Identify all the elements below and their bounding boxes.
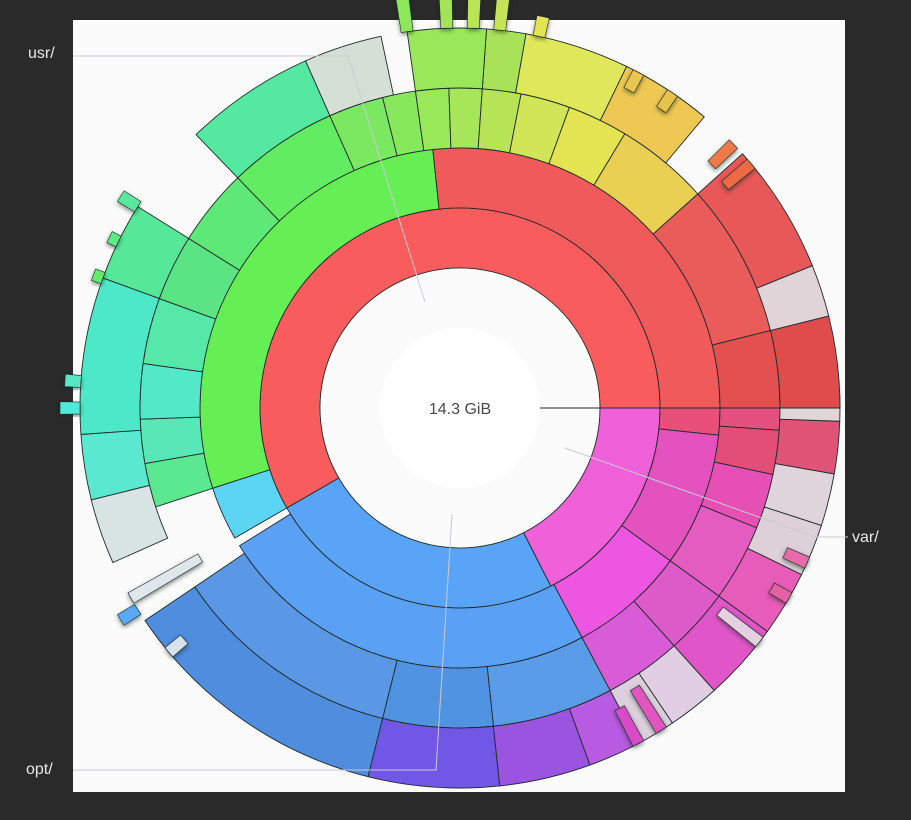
total-size-label: 14.3 GiB bbox=[429, 401, 491, 418]
disk-usage-sunburst: 14.3 GiB bbox=[59, 0, 848, 789]
leaf-18[interactable] bbox=[406, 27, 487, 92]
spike-2[interactable] bbox=[466, 0, 481, 29]
usr-directory-label[interactable]: usr/ bbox=[28, 45, 55, 63]
opt-subdir-1[interactable] bbox=[382, 659, 494, 729]
spike-14[interactable] bbox=[117, 603, 142, 626]
spike-12[interactable] bbox=[64, 373, 82, 388]
leaf-13[interactable] bbox=[769, 315, 841, 409]
usr-subdir-2[interactable] bbox=[139, 362, 204, 420]
lib-subdir-2[interactable] bbox=[448, 87, 483, 150]
spike-13[interactable] bbox=[59, 401, 81, 415]
opt-directory-label[interactable]: opt/ bbox=[26, 761, 53, 779]
spike-3[interactable] bbox=[493, 0, 517, 32]
leaf-1[interactable] bbox=[367, 717, 501, 789]
var-directory-label[interactable]: var/ bbox=[852, 529, 879, 547]
spike-0[interactable] bbox=[392, 0, 414, 33]
spike-4[interactable] bbox=[532, 15, 550, 38]
spike-1[interactable] bbox=[436, 0, 454, 29]
lib-subdir-8[interactable] bbox=[711, 330, 781, 409]
